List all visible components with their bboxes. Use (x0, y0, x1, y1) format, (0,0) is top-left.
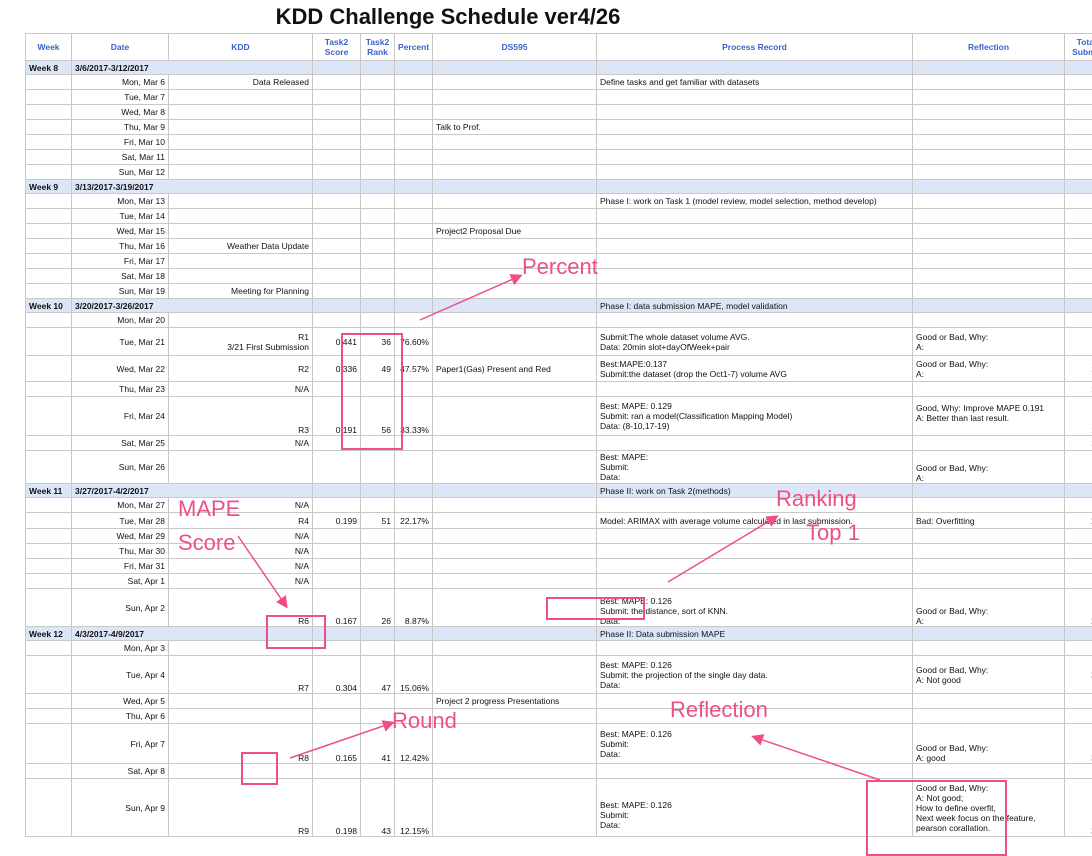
round-annotation: Round (392, 708, 457, 733)
round-highlight-box (241, 752, 278, 785)
percent-annotation: Percent (522, 254, 598, 279)
mape-arrow (237, 535, 288, 609)
reflection-annotation: Reflection (670, 697, 768, 722)
ranking-annotation: Ranking (776, 486, 857, 511)
score-annotation: Score (178, 530, 236, 555)
percent-arrow (419, 274, 523, 321)
round-arrow (289, 720, 395, 759)
annotation-arrows (237, 274, 881, 781)
reflection-highlight-box (866, 780, 1007, 856)
ranking-arrow (667, 515, 779, 583)
reflection-arrow (751, 734, 881, 781)
best-mape-highlight-box (546, 597, 645, 620)
top1-annotation: Top 1 (806, 520, 860, 545)
mape-annotation: MAPE (178, 496, 241, 521)
score-highlight-box (266, 615, 326, 649)
percent-highlight-box (341, 333, 403, 450)
